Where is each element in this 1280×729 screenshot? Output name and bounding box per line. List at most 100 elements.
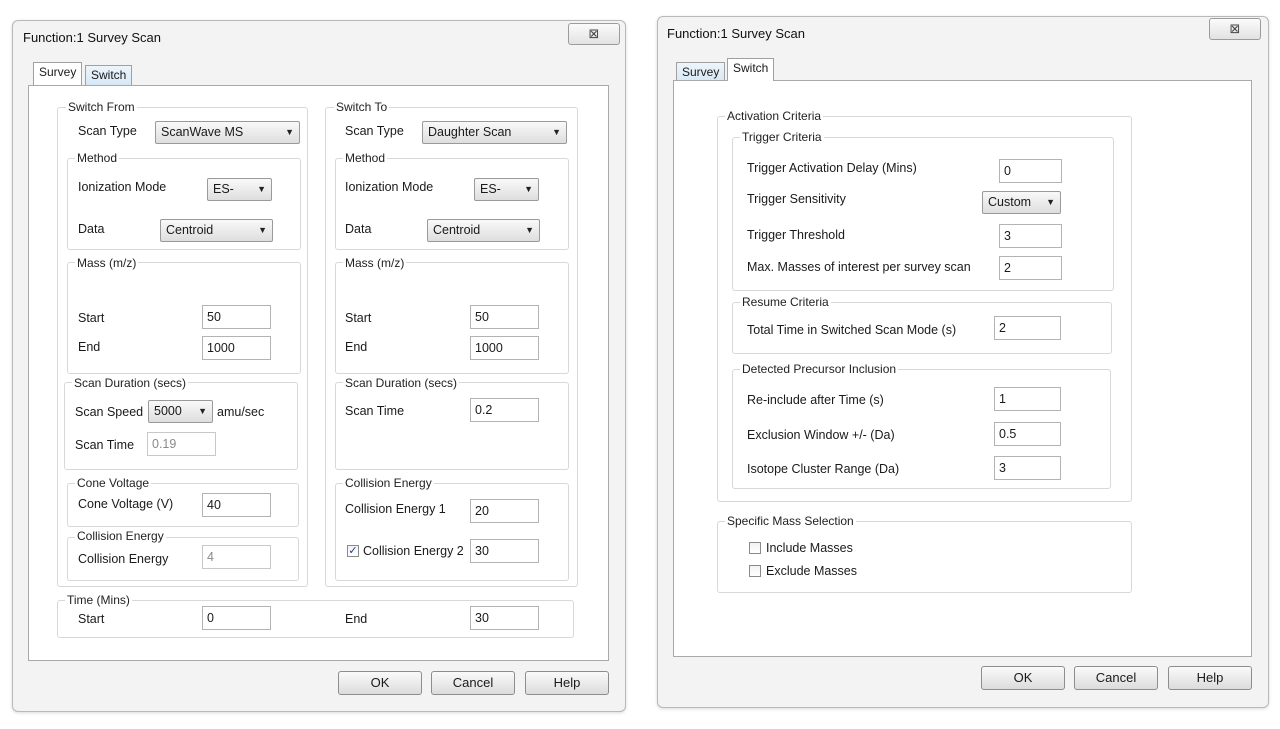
- switch-to-legend: Switch To: [334, 100, 390, 114]
- data-value: Centroid: [433, 223, 481, 237]
- time-legend: Time (Mins): [65, 593, 132, 607]
- collision-energy-input: 4: [202, 545, 271, 569]
- close-icon: ⊠: [588, 26, 600, 41]
- data-label: Data: [78, 222, 105, 236]
- cone-voltage-input[interactable]: 40: [202, 493, 271, 517]
- time-end-input[interactable]: 30: [470, 606, 539, 630]
- chevron-down-icon: ▼: [257, 184, 266, 194]
- exclude-masses-checkbox[interactable]: [749, 565, 761, 577]
- trigger-delay-input[interactable]: 0: [999, 159, 1062, 183]
- checkmark-icon: ✓: [348, 545, 358, 557]
- tab-survey[interactable]: Survey: [676, 62, 726, 82]
- scan-time-label: Scan Time: [345, 404, 405, 418]
- collision-energy-1-label: Collision Energy 1: [345, 502, 446, 516]
- time-start-input[interactable]: 0: [202, 606, 271, 630]
- total-time-label: Total Time in Switched Scan Mode (s): [747, 323, 957, 337]
- ok-button[interactable]: OK: [338, 671, 422, 695]
- mass-end-label: End: [345, 340, 368, 354]
- cancel-button[interactable]: Cancel: [431, 671, 515, 695]
- collision-energy-legend: Collision Energy: [75, 529, 166, 543]
- trigger-threshold-input[interactable]: 3: [999, 224, 1062, 248]
- trigger-delay-label: Trigger Activation Delay (Mins): [747, 161, 917, 175]
- trigger-sensitivity-value: Custom: [988, 195, 1032, 209]
- mass-legend: Mass (m/z): [75, 256, 139, 270]
- isotope-range-label: Isotope Cluster Range (Da): [747, 462, 900, 476]
- scan-speed-select[interactable]: 5000 ▼: [148, 400, 213, 423]
- scan-duration-group: [335, 382, 569, 470]
- mass-end-input[interactable]: 1000: [470, 336, 539, 360]
- mass-legend: Mass (m/z): [343, 256, 407, 270]
- data-select[interactable]: Centroid ▼: [427, 219, 540, 242]
- chevron-down-icon: ▼: [198, 406, 207, 416]
- scan-time-input[interactable]: 0.2: [470, 398, 539, 422]
- chevron-down-icon: ▼: [1046, 197, 1055, 207]
- close-icon: ⊠: [1229, 21, 1241, 36]
- chevron-down-icon: ▼: [552, 127, 561, 137]
- exclusion-window-label: Exclusion Window +/- (Da): [747, 428, 895, 442]
- specific-mass-legend: Specific Mass Selection: [725, 514, 856, 528]
- collision-energy-2-checkbox[interactable]: ✓: [347, 545, 359, 557]
- total-time-input[interactable]: 2: [994, 316, 1061, 340]
- mass-start-input[interactable]: 50: [202, 305, 271, 329]
- resume-criteria-legend: Resume Criteria: [740, 295, 831, 309]
- survey-tab-panel: Switch From Scan Type ScanWave MS ▼ Meth…: [28, 85, 609, 661]
- scan-duration-legend: Scan Duration (secs): [72, 376, 189, 390]
- data-select[interactable]: Centroid ▼: [160, 219, 273, 242]
- trigger-threshold-label: Trigger Threshold: [747, 228, 845, 242]
- mass-start-label: Start: [78, 311, 105, 325]
- reinclude-time-input[interactable]: 1: [994, 387, 1061, 411]
- reinclude-time-label: Re-include after Time (s): [747, 393, 884, 407]
- chevron-down-icon: ▼: [285, 127, 294, 137]
- collision-energy-label: Collision Energy: [78, 552, 169, 566]
- scan-speed-value: 5000: [154, 404, 182, 418]
- mass-end-input[interactable]: 1000: [202, 336, 271, 360]
- max-masses-label: Max. Masses of interest per survey scan: [747, 260, 971, 274]
- cancel-button[interactable]: Cancel: [1074, 666, 1158, 690]
- max-masses-input[interactable]: 2: [999, 256, 1062, 280]
- isotope-range-input[interactable]: 3: [994, 456, 1061, 480]
- trigger-sensitivity-select[interactable]: Custom ▼: [982, 191, 1061, 214]
- dialog-title: Function:1 Survey Scan: [667, 26, 806, 41]
- data-value: Centroid: [166, 223, 214, 237]
- tab-switch[interactable]: Switch: [85, 65, 133, 85]
- close-button[interactable]: ⊠: [1209, 18, 1261, 40]
- scan-duration-legend: Scan Duration (secs): [343, 376, 460, 390]
- time-end-label: End: [345, 612, 368, 626]
- tab-switch[interactable]: Switch: [727, 58, 775, 81]
- trigger-criteria-legend: Trigger Criteria: [740, 130, 824, 144]
- help-button[interactable]: Help: [1168, 666, 1252, 690]
- mass-end-label: End: [78, 340, 101, 354]
- exclusion-window-input[interactable]: 0.5: [994, 422, 1061, 446]
- ionization-mode-label: Ionization Mode: [78, 180, 167, 194]
- collision-energy-group: [335, 483, 569, 581]
- ionization-mode-value: ES-: [480, 182, 501, 196]
- dialog-title: Function:1 Survey Scan: [23, 30, 162, 45]
- switch-from-legend: Switch From: [66, 100, 137, 114]
- tab-survey[interactable]: Survey: [33, 62, 83, 85]
- scan-type-value: ScanWave MS: [161, 125, 244, 139]
- collision-energy-1-input[interactable]: 20: [470, 499, 539, 523]
- specific-mass-group: [717, 521, 1132, 593]
- scan-time-input: 0.19: [147, 432, 216, 456]
- collision-energy-2-input[interactable]: 30: [470, 539, 539, 563]
- mass-start-input[interactable]: 50: [470, 305, 539, 329]
- help-button[interactable]: Help: [525, 671, 609, 695]
- time-start-label: Start: [78, 612, 105, 626]
- scan-type-label: Scan Type: [345, 124, 404, 138]
- scan-type-select[interactable]: ScanWave MS ▼: [155, 121, 300, 144]
- cone-voltage-legend: Cone Voltage: [75, 476, 152, 490]
- scan-type-label: Scan Type: [78, 124, 137, 138]
- scan-type-select[interactable]: Daughter Scan ▼: [422, 121, 567, 144]
- include-masses-checkbox[interactable]: [749, 542, 761, 554]
- ionization-mode-select[interactable]: ES- ▼: [474, 178, 539, 201]
- ok-button[interactable]: OK: [981, 666, 1065, 690]
- survey-dialog: Function:1 Survey Scan ⊠ Survey Switch S…: [12, 20, 626, 712]
- exclude-masses-label: Exclude Masses: [766, 564, 858, 578]
- close-button[interactable]: ⊠: [568, 23, 620, 45]
- ionization-mode-value: ES-: [213, 182, 234, 196]
- ionization-mode-label: Ionization Mode: [345, 180, 434, 194]
- scan-speed-unit: amu/sec: [217, 405, 265, 419]
- chevron-down-icon: ▼: [524, 184, 533, 194]
- ionization-mode-select[interactable]: ES- ▼: [207, 178, 272, 201]
- switch-tab-panel: Activation Criteria Trigger Criteria Tri…: [673, 80, 1252, 657]
